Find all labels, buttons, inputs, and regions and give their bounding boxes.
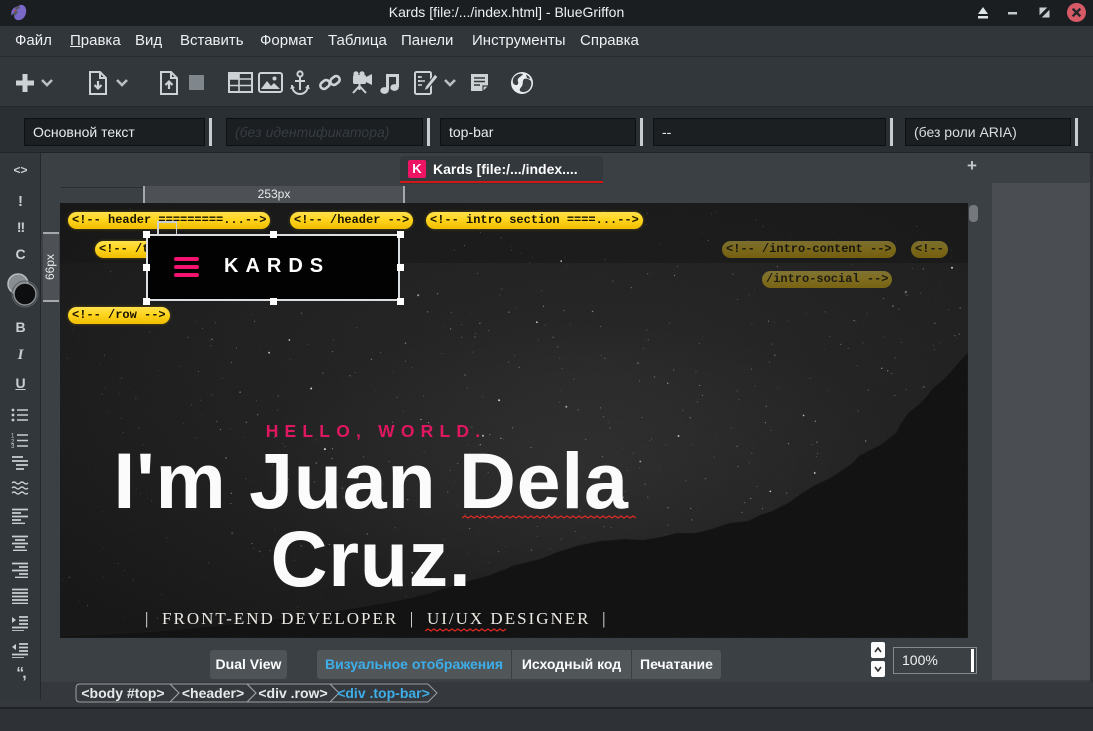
svg-text:<body #top>: <body #top> [81,685,164,701]
svg-text:<header>: <header> [182,685,244,701]
svg-text:<div .top-bar>: <div .top-bar> [337,685,430,701]
svg-text:3: 3 [11,444,15,448]
svg-text:<div .row>: <div .row> [258,685,327,701]
